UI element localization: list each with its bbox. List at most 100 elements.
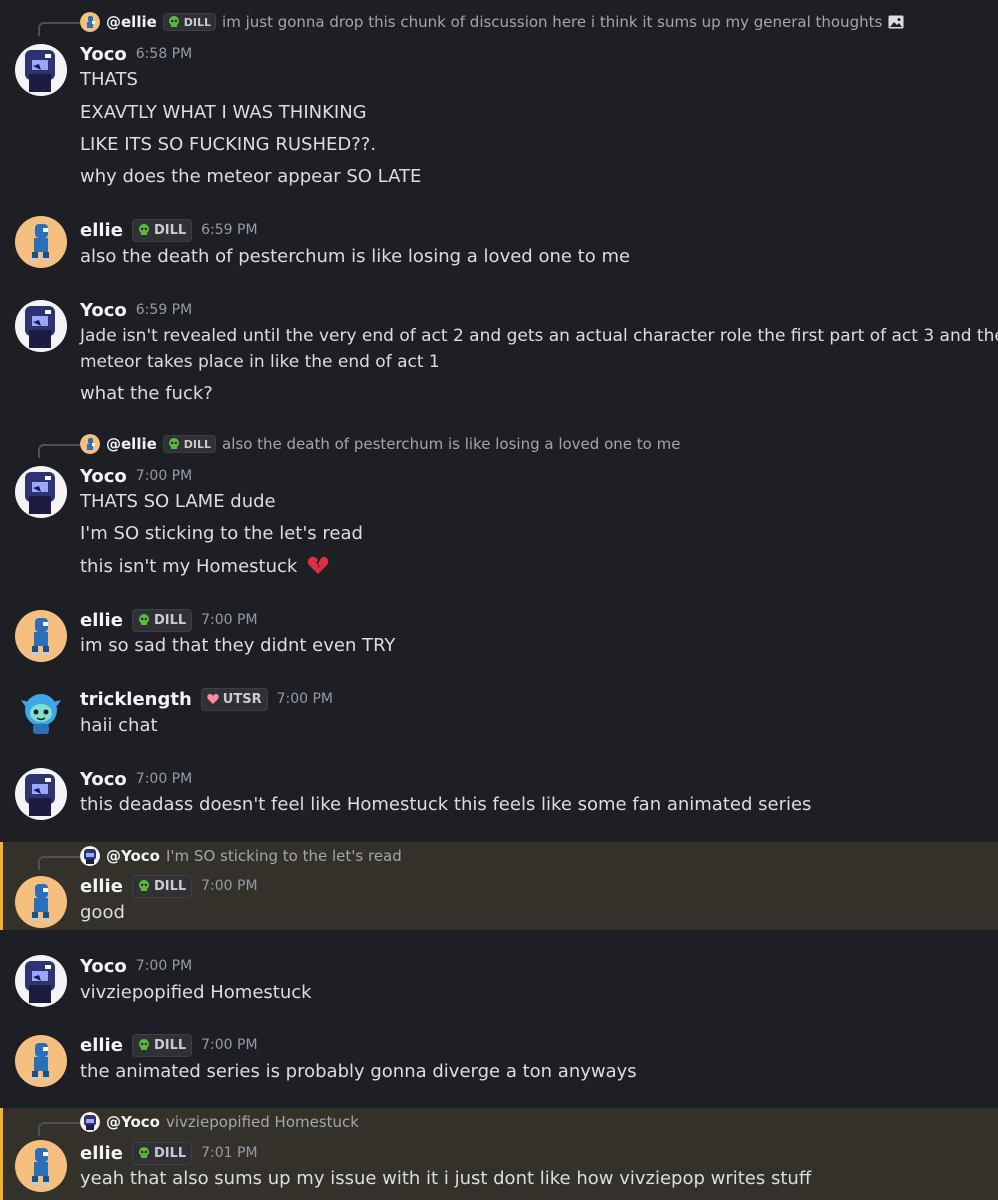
timestamp[interactable]: 6:58 PM (136, 46, 192, 62)
message-header: Yoco 6:58 PM (80, 42, 192, 66)
message: tricklength UTSR 7:00 PM haii chat (0, 680, 998, 750)
message-text: this isn't my Homestuck (80, 555, 329, 579)
avatar[interactable] (15, 300, 67, 352)
role-tag: DILL (131, 218, 193, 242)
avatar[interactable] (15, 610, 67, 662)
role-tag: DILL (162, 435, 217, 453)
yoco-avatar-mini (80, 1112, 100, 1132)
yoco-avatar-art (25, 961, 55, 1003)
author-name[interactable]: Yoco (80, 769, 127, 790)
skull-icon (138, 224, 149, 235)
broken-heart-icon (307, 556, 329, 575)
reply-author[interactable]: @Yoco (106, 847, 160, 865)
message-header: Yoco 6:59 PM (80, 298, 192, 322)
timestamp[interactable]: 7:01 PM (201, 1145, 257, 1161)
reply-text: vivziepopified Homestuck (166, 1113, 359, 1131)
message-header: ellie DILL 7:01 PM (80, 1141, 258, 1165)
author-name[interactable]: ellie (80, 1143, 123, 1164)
ellie-avatar-art (30, 224, 51, 261)
reply-text: im just gonna drop this chunk of discuss… (222, 13, 883, 31)
reply-spine (38, 22, 80, 36)
yoco-avatar-art (25, 306, 55, 348)
skull-icon (138, 880, 149, 891)
message-text: meteor takes place in like the end of ac… (80, 352, 440, 372)
ellie-avatar-art (30, 1043, 51, 1080)
avatar[interactable] (15, 44, 67, 96)
reply-preview[interactable]: @ellie DILL also the death of pesterchum… (80, 433, 680, 455)
tricklength-avatar-art (21, 694, 61, 734)
reply-preview[interactable]: @Yoco I'm SO sticking to the let's read (80, 845, 402, 867)
reply-author[interactable]: @ellie (106, 435, 157, 453)
reply-preview[interactable]: @Yoco vivziepopified Homestuck (80, 1111, 359, 1133)
timestamp[interactable]: 6:59 PM (136, 302, 192, 318)
author-name[interactable]: ellie (80, 220, 123, 241)
timestamp[interactable]: 7:00 PM (136, 771, 192, 787)
role-tag: DILL (131, 1033, 193, 1057)
avatar[interactable] (15, 1140, 67, 1192)
timestamp[interactable]: 7:00 PM (136, 958, 192, 974)
message-text: what the fuck? (80, 383, 213, 404)
avatar[interactable] (15, 688, 67, 740)
message: ellie DILL 7:00 PM the animated series i… (0, 1025, 998, 1095)
reply-author[interactable]: @ellie (106, 13, 157, 31)
message: @ellie DILL also the death of pesterchum… (0, 422, 998, 587)
message-header: ellie DILL 7:00 PM (80, 608, 258, 632)
role-tag-label: DILL (153, 222, 187, 238)
ellie-avatar-art (30, 884, 51, 921)
avatar[interactable] (15, 1035, 67, 1087)
yoco-avatar-art (25, 774, 55, 816)
author-name[interactable]: ellie (80, 876, 123, 897)
message-mention: @Yoco vivziepopified Homestuck ellie DIL… (0, 1108, 998, 1200)
role-tag: DILL (162, 13, 217, 31)
author-name[interactable]: tricklength (80, 689, 192, 710)
role-tag-label: UTSR (222, 691, 262, 707)
message-header: Yoco 7:00 PM (80, 954, 192, 978)
avatar[interactable] (15, 876, 67, 928)
message-header: ellie DILL 7:00 PM (80, 874, 258, 898)
image-icon (888, 15, 904, 29)
role-tag: DILL (131, 874, 193, 898)
message-text: LIKE ITS SO FUCKING RUSHED??. (80, 134, 377, 155)
reply-preview[interactable]: @ellie DILL im just gonna drop this chun… (80, 11, 904, 33)
role-tag-label: DILL (153, 612, 187, 628)
timestamp[interactable]: 7:00 PM (201, 612, 257, 628)
message-text: good (80, 902, 125, 923)
skull-icon (138, 1147, 149, 1158)
role-tag: DILL (131, 1141, 193, 1165)
message-header: Yoco 7:00 PM (80, 464, 192, 488)
message: ellie DILL 7:00 PM im so sad that they d… (0, 600, 998, 670)
author-name[interactable]: ellie (80, 1035, 123, 1056)
skull-icon (168, 16, 179, 27)
message-text-content: this isn't my Homestuck (80, 556, 298, 577)
avatar[interactable] (15, 216, 67, 268)
reply-author[interactable]: @Yoco (106, 1113, 160, 1131)
skull-icon (138, 1039, 149, 1050)
reply-spine (38, 856, 80, 870)
message-text: Jade isn't revealed until the very end o… (80, 326, 998, 346)
message-text: the animated series is probably gonna di… (80, 1061, 637, 1082)
message-text: THATS SO LAME dude (80, 491, 276, 512)
reply-text: I'm SO sticking to the let's read (166, 847, 402, 865)
timestamp[interactable]: 6:59 PM (201, 222, 257, 238)
avatar[interactable] (15, 768, 67, 820)
role-tag: UTSR (200, 687, 268, 711)
message-text: I'm SO sticking to the let's read (80, 523, 363, 544)
message-text: this deadass doesn't feel like Homestuck… (80, 794, 812, 815)
timestamp[interactable]: 7:00 PM (201, 1037, 257, 1053)
message: Yoco 6:59 PM Jade isn't revealed until t… (0, 290, 998, 410)
avatar[interactable] (15, 955, 67, 1007)
timestamp[interactable]: 7:00 PM (201, 878, 257, 894)
author-name[interactable]: Yoco (80, 956, 127, 977)
ellie-avatar-mini (80, 12, 100, 32)
author-name[interactable]: Yoco (80, 300, 127, 321)
author-name[interactable]: ellie (80, 610, 123, 631)
timestamp[interactable]: 7:00 PM (277, 691, 333, 707)
avatar[interactable] (15, 466, 67, 518)
ellie-avatar-art (30, 618, 51, 655)
author-name[interactable]: Yoco (80, 44, 127, 65)
message: ellie DILL 6:59 PM also the death of pes… (0, 210, 998, 270)
message: @ellie DILL im just gonna drop this chun… (0, 0, 998, 195)
role-tag-label: DILL (153, 878, 187, 894)
author-name[interactable]: Yoco (80, 466, 127, 487)
timestamp[interactable]: 7:00 PM (136, 468, 192, 484)
